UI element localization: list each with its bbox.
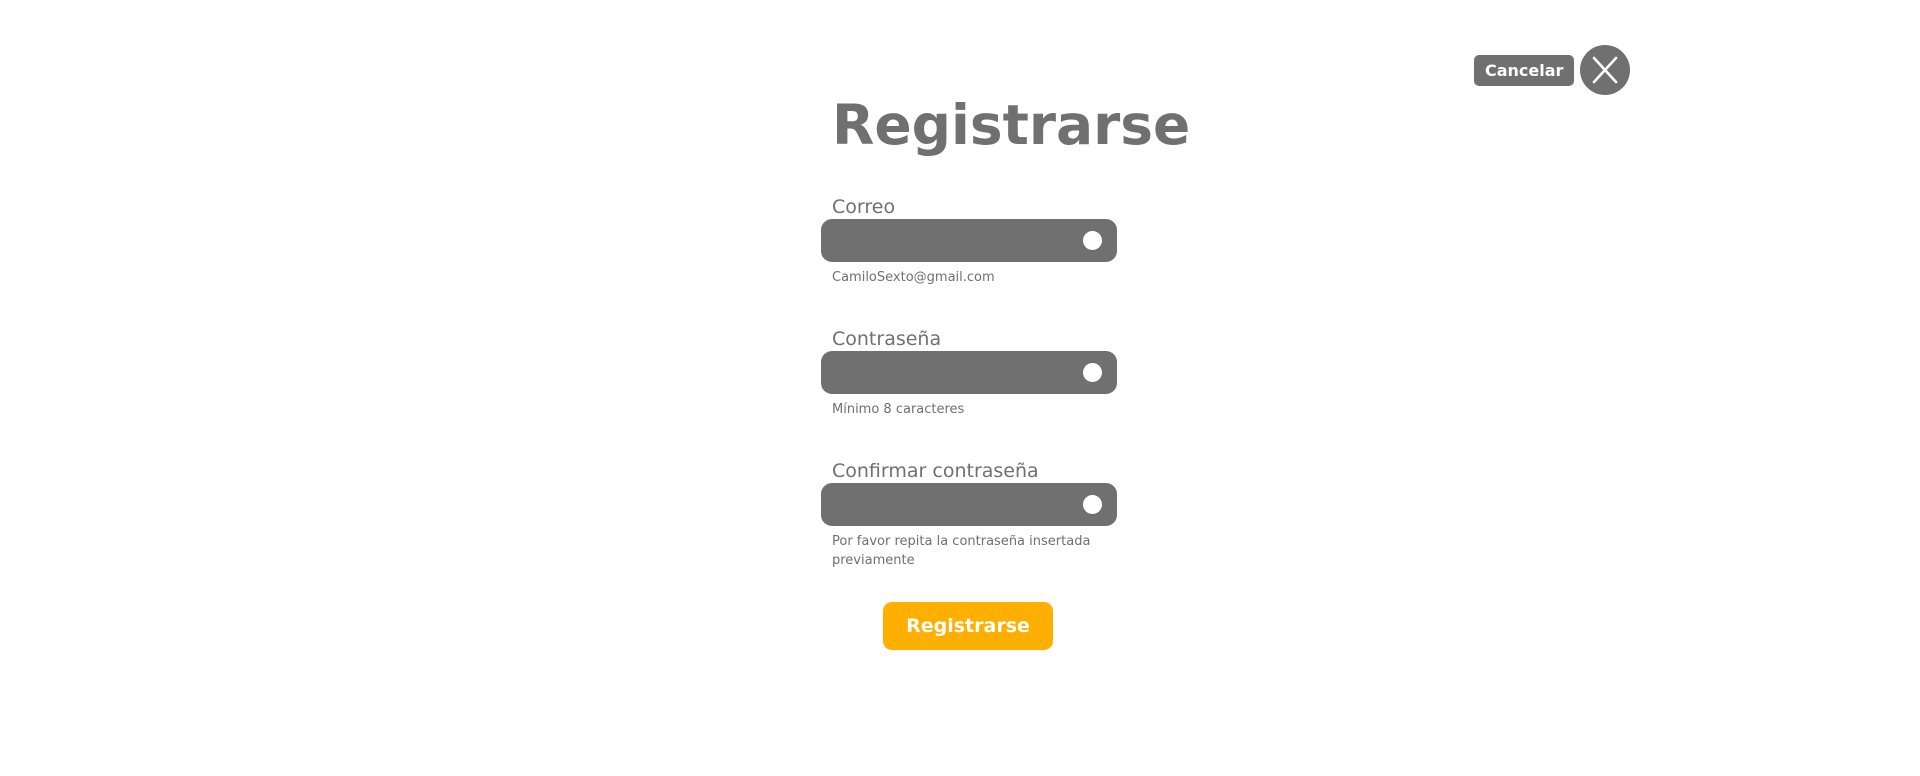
register-button[interactable]: Registrarse (883, 602, 1053, 650)
password-hint: Mínimo 8 caracteres (832, 402, 965, 417)
password-field[interactable] (821, 351, 1117, 394)
confirm-password-field[interactable] (821, 483, 1117, 526)
close-icon (1593, 56, 1618, 84)
circle-indicator-icon (1083, 363, 1102, 382)
email-label: Correo (832, 196, 896, 218)
confirm-password-hint: Por favor repita la contraseña insertada… (832, 534, 1091, 568)
registration-page: Cancelar Registrarse Correo CamiloSexto@… (0, 0, 1920, 776)
cancel-group: Cancelar (1474, 45, 1631, 95)
confirm-password-label: Confirmar contraseña (832, 460, 1039, 482)
page-title: Registrarse (832, 93, 1191, 157)
circle-indicator-icon (1083, 495, 1102, 514)
cancel-button[interactable]: Cancelar (1474, 54, 1575, 86)
close-button[interactable] (1580, 45, 1631, 95)
email-hint: CamiloSexto@gmail.com (832, 270, 995, 285)
password-label: Contraseña (832, 328, 942, 350)
email-field[interactable] (821, 219, 1117, 262)
circle-indicator-icon (1083, 231, 1102, 250)
